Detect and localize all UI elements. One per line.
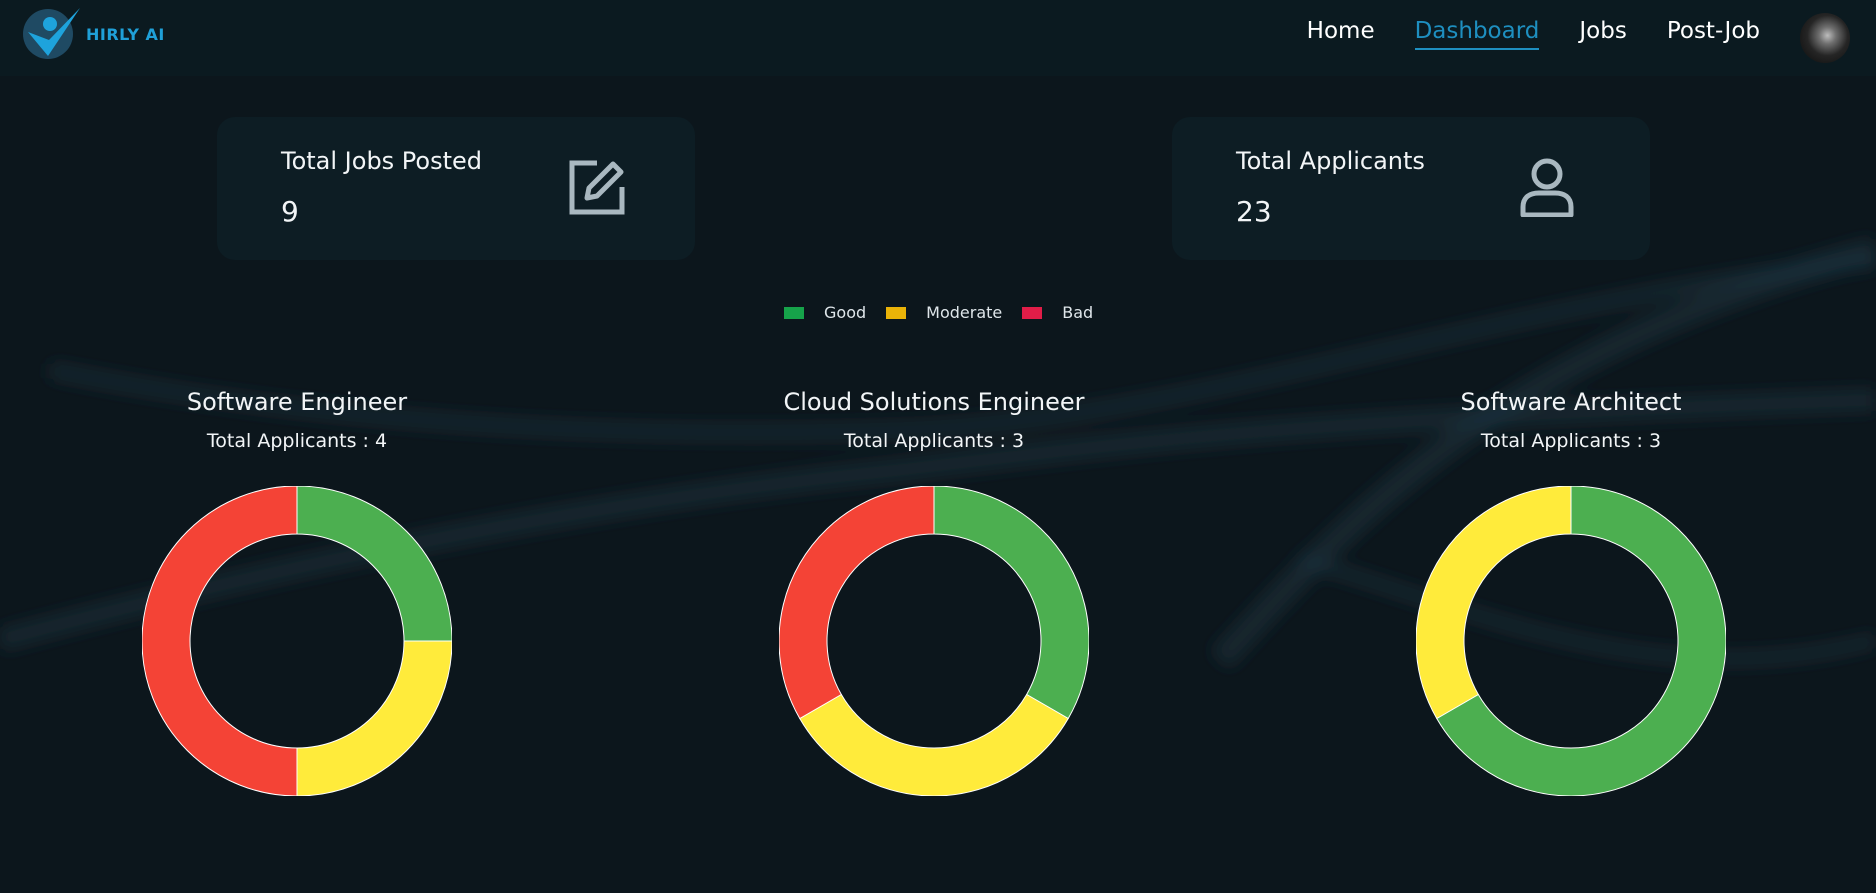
legend-label-bad: Bad <box>1062 303 1094 322</box>
donut-slice-bad[interactable] <box>779 486 935 720</box>
legend-item-moderate[interactable]: Moderate <box>886 303 1002 322</box>
chart-subtitle: Total Applicants : 3 <box>1480 430 1662 452</box>
chart-software-architect: Software Architect Total Applicants : 3 <box>1411 388 1731 796</box>
total-applicants-card: Total Applicants 23 <box>1172 117 1650 260</box>
chart-legend: Good Moderate Bad <box>784 303 1113 322</box>
chart-title: Cloud Solutions Engineer <box>783 388 1085 416</box>
logo-text: HIRLY AI <box>86 24 165 44</box>
donut-slice-moderate[interactable] <box>296 640 452 796</box>
chart-subtitle: Total Applicants : 4 <box>206 430 388 452</box>
nav-link-post-job[interactable]: Post-Job <box>1667 18 1760 50</box>
legend-swatch-good <box>784 306 804 319</box>
chart-cloud-solutions-engineer: Cloud Solutions Engineer Total Applicant… <box>774 388 1094 796</box>
logo-icon <box>23 8 80 59</box>
nav-links: Home Dashboard Jobs Post-Job <box>1307 18 1760 50</box>
total-applicants-label: Total Applicants <box>1236 147 1425 175</box>
total-jobs-value: 9 <box>281 195 299 228</box>
total-jobs-label: Total Jobs Posted <box>281 147 483 175</box>
donut-chart <box>142 486 452 796</box>
chart-subtitle: Total Applicants : 3 <box>843 430 1025 452</box>
donut-slice-bad[interactable] <box>142 486 298 796</box>
total-jobs-card: Total Jobs Posted 9 <box>217 117 695 260</box>
chart-title: Software Engineer <box>186 388 408 416</box>
nav-link-home[interactable]: Home <box>1307 18 1375 50</box>
donut-chart <box>1416 486 1726 796</box>
donut-slice-good[interactable] <box>933 486 1089 720</box>
edit-icon <box>569 160 625 215</box>
donut-slice-good[interactable] <box>296 486 452 642</box>
donut-slice-moderate[interactable] <box>1416 486 1572 720</box>
legend-item-good[interactable]: Good <box>784 303 866 322</box>
nav-link-jobs[interactable]: Jobs <box>1579 18 1626 50</box>
legend-swatch-bad <box>1022 306 1043 319</box>
navbar: HIRLY AI Home Dashboard Jobs Post-Job <box>0 0 1876 76</box>
nav-link-dashboard[interactable]: Dashboard <box>1414 18 1540 50</box>
legend-label-moderate: Moderate <box>926 303 1003 322</box>
chart-title: Software Architect <box>1460 388 1682 416</box>
logo[interactable]: HIRLY AI <box>22 4 165 64</box>
total-applicants-value: 23 <box>1236 195 1272 228</box>
donut-chart <box>779 486 1089 796</box>
legend-label-good: Good <box>824 303 867 322</box>
user-icon <box>1520 158 1574 217</box>
legend-item-bad[interactable]: Bad <box>1022 303 1093 322</box>
donut-slice-moderate[interactable] <box>799 693 1069 797</box>
legend-swatch-moderate <box>886 306 907 319</box>
avatar[interactable] <box>1800 13 1850 63</box>
chart-software-engineer: Software Engineer Total Applicants : 4 <box>137 388 457 796</box>
